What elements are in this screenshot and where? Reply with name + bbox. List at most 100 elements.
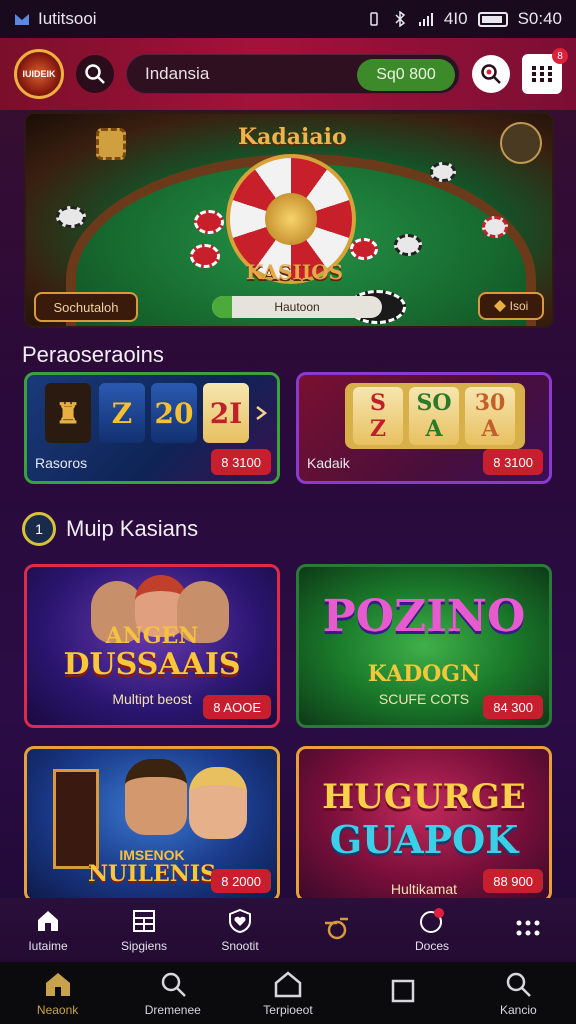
reel-symbol-top: S bbox=[370, 390, 386, 416]
section-title-primary: Peraoseraoins bbox=[22, 342, 164, 367]
game-title: DUSSAAIS bbox=[63, 647, 241, 682]
nav-lobby-label: Terpioeot bbox=[263, 1003, 313, 1017]
reel-symbol-top: 30 bbox=[474, 390, 506, 416]
hero-progress-label: Hautoon bbox=[274, 300, 320, 314]
game-title: HUGURGE bbox=[322, 777, 526, 817]
game-tile[interactable]: ANGEN DUSSAAIS Multipt beost 8 AOOE bbox=[24, 564, 280, 728]
nav-home-label: Neaonk bbox=[36, 1003, 79, 1017]
hero-left-button[interactable]: Sochutaloh bbox=[34, 292, 138, 322]
nav-home[interactable]: Neaonk bbox=[3, 969, 113, 1017]
reel-symbol-bottom: A bbox=[425, 416, 443, 442]
calendar-badge: 8 bbox=[552, 48, 568, 64]
app-tab-bar: Iutaime Sipgiens Snootit Doces bbox=[0, 898, 576, 962]
game-tile[interactable]: IMSENOK NUILENIS 8 2000 bbox=[24, 746, 280, 902]
calendar-button[interactable]: 8 bbox=[522, 48, 568, 94]
slot-reel: S Z bbox=[353, 387, 403, 445]
zoom-icon bbox=[481, 64, 501, 84]
chip-icon bbox=[190, 244, 220, 268]
nav-recents[interactable] bbox=[348, 976, 458, 1010]
character-avatar bbox=[189, 767, 247, 839]
nav-search-label: Dremenee bbox=[144, 1003, 201, 1017]
slot-card-label: Rasoros bbox=[35, 455, 88, 471]
hero-subtitle: KASIIOS bbox=[246, 260, 344, 284]
app-header: IUIDEIK Sq0 800 8 bbox=[0, 38, 576, 110]
hero-action-icon[interactable] bbox=[500, 122, 542, 164]
zoom-search-button[interactable] bbox=[472, 55, 510, 93]
search-bar[interactable]: Sq0 800 bbox=[126, 54, 460, 94]
tab-notifications-label: Doces bbox=[414, 939, 449, 953]
house-outline-icon bbox=[273, 969, 303, 999]
game-title-top: ANGEN bbox=[105, 623, 199, 649]
tab-more[interactable] bbox=[480, 914, 576, 946]
price-badge[interactable]: 88 900 bbox=[483, 869, 543, 893]
slot-symbol-icon: ♜ bbox=[45, 383, 91, 443]
price-badge[interactable]: 8 2000 bbox=[211, 869, 271, 893]
tab-favorites[interactable]: Snootit bbox=[192, 907, 288, 953]
nav-profile-search[interactable]: Kancio bbox=[463, 969, 573, 1017]
tab-games[interactable]: Sipgiens bbox=[96, 907, 192, 953]
hero-title: Kadaiaio bbox=[238, 124, 347, 150]
slot-reel: 30 A bbox=[465, 387, 515, 445]
status-time: S0:40 bbox=[517, 9, 562, 28]
hero-right-button-label: Isoi bbox=[509, 299, 529, 313]
status-app-name: Iutitsooi bbox=[38, 9, 97, 28]
search-button[interactable] bbox=[76, 55, 114, 93]
search-icon bbox=[158, 969, 188, 999]
hero-progress-bar: Hautoon bbox=[212, 296, 382, 318]
balance-button[interactable]: Sq0 800 bbox=[357, 59, 455, 91]
status-bar: Iutitsooi 4I0 S0:40 bbox=[0, 0, 576, 38]
slot-reel: 20 bbox=[151, 383, 197, 443]
chip-icon bbox=[350, 238, 378, 260]
search-input[interactable] bbox=[145, 64, 315, 84]
vibrate-icon bbox=[370, 12, 378, 26]
bluetooth-icon bbox=[395, 11, 406, 27]
search-icon bbox=[85, 64, 105, 84]
square-icon bbox=[388, 976, 418, 1006]
hero-left-button-label: Sochutaloh bbox=[53, 299, 119, 315]
chip-icon bbox=[56, 206, 86, 228]
chip-icon bbox=[430, 162, 456, 182]
game-tile[interactable]: HUGURGE GUAPOK Hultikamat 88 900 bbox=[296, 746, 552, 902]
section-title-text: Muip Kasians bbox=[66, 516, 199, 541]
tab-games-label: Sipgiens bbox=[120, 939, 168, 953]
logo-text: IUIDEIK bbox=[22, 69, 56, 79]
nav-search[interactable]: Dremenee bbox=[118, 969, 228, 1017]
slot-card[interactable]: S Z SO A 30 A Kadaik 8 3100 bbox=[296, 372, 552, 484]
signal-icon bbox=[418, 13, 433, 26]
hero-banner[interactable]: Kadaiaio KASIIOS Sochutaloh Hautoon Isoi bbox=[24, 112, 554, 328]
hero-right-button[interactable]: Isoi bbox=[478, 292, 544, 320]
price-badge[interactable]: 84 300 bbox=[483, 695, 543, 719]
tab-whistle[interactable] bbox=[288, 914, 384, 946]
diamond-icon bbox=[493, 300, 506, 312]
more-icon bbox=[514, 914, 542, 942]
chip-icon bbox=[482, 216, 508, 238]
bottom-navigation: Neaonk Dremenee Terpioeot Kancio bbox=[0, 962, 576, 1024]
hero-progress-fill bbox=[212, 296, 233, 318]
battery-icon bbox=[477, 11, 508, 27]
section-badge-icon: 1 bbox=[22, 512, 56, 546]
calendar-icon bbox=[532, 66, 552, 82]
slot-card-label: Kadaik bbox=[307, 455, 350, 471]
chip-icon bbox=[394, 234, 422, 256]
price-badge[interactable]: 8 3100 bbox=[211, 449, 271, 475]
price-badge[interactable]: 8 3100 bbox=[483, 449, 543, 475]
home-icon bbox=[43, 969, 73, 999]
chevron-right-icon[interactable] bbox=[255, 405, 267, 421]
tab-home[interactable]: Iutaime bbox=[0, 907, 96, 953]
chip-stack-icon bbox=[96, 128, 126, 160]
grid-icon bbox=[130, 907, 158, 935]
slot-card[interactable]: ♜ Z 20 2I Rasoros 8 3100 bbox=[24, 372, 280, 484]
chip-icon bbox=[194, 210, 224, 234]
nav-lobby[interactable]: Terpioeot bbox=[233, 969, 343, 1017]
price-badge[interactable]: 8 AOOE bbox=[203, 695, 271, 719]
search-icon bbox=[503, 969, 533, 999]
game-tile[interactable]: POZINO KADOGN SCUFE COTS 84 300 bbox=[296, 564, 552, 728]
whistle-icon bbox=[322, 914, 350, 942]
slot-reel: Z bbox=[99, 383, 145, 443]
app-notification-icon bbox=[15, 14, 29, 25]
reel-symbol-bottom: A bbox=[481, 416, 499, 442]
tab-notifications[interactable]: Doces bbox=[384, 907, 480, 953]
game-title: POZINO bbox=[322, 591, 526, 642]
app-logo[interactable]: IUIDEIK bbox=[14, 49, 64, 99]
character-avatar bbox=[125, 759, 187, 835]
